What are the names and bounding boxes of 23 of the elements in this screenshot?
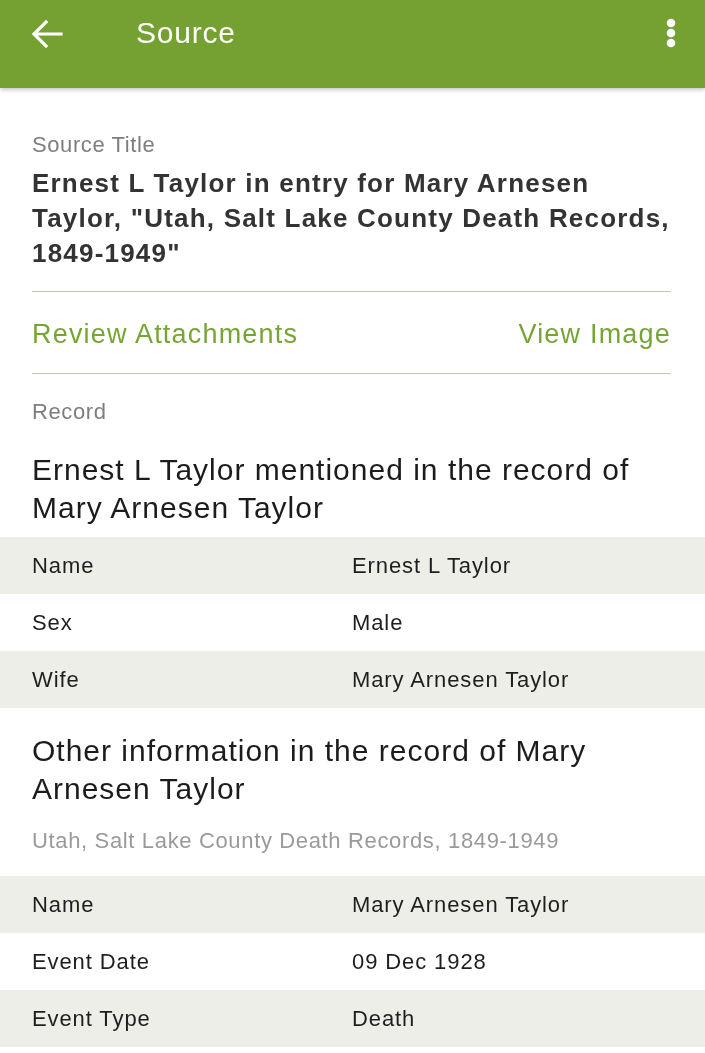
field-label: Sex <box>32 609 74 636</box>
field-value: Mary Arnesen Taylor <box>352 666 570 693</box>
collection-name: Utah, Salt Lake County Death Records, 1849-1949 <box>32 828 561 855</box>
back-arrow-icon[interactable] <box>31 20 63 48</box>
section-label: Source Title <box>32 132 157 158</box>
field-label: Name <box>32 891 96 918</box>
field-value: Male <box>352 609 404 636</box>
field-value: Ernest L Taylor <box>352 552 511 579</box>
field-label: Name <box>32 552 96 579</box>
action-link[interactable]: View Image <box>518 318 671 350</box>
field-label: Event Type <box>32 1005 152 1032</box>
screen-title: Source <box>136 16 236 50</box>
field-value: 09 Dec 1928 <box>352 948 487 975</box>
field-value: Death <box>352 1005 416 1032</box>
field-label: Wife <box>32 666 81 693</box>
field-label: Event Date <box>32 948 151 975</box>
action-link[interactable]: Review Attachments <box>32 318 299 350</box>
more-options-icon[interactable] <box>666 18 676 48</box>
record-heading: Ernest L Taylor mentioned in the record of Mary Arnesen Taylor <box>32 452 631 526</box>
field-value: Mary Arnesen Taylor <box>352 891 570 918</box>
section-label: Record <box>32 399 108 425</box>
section-heading: Other information in the record of Mary Arnesen Taylor <box>32 733 588 807</box>
source-title: Ernest L Taylor in entry for Mary Arnesen Taylor, "Utah, Salt Lake County Death Records, 1849-1949" <box>32 166 671 292</box>
